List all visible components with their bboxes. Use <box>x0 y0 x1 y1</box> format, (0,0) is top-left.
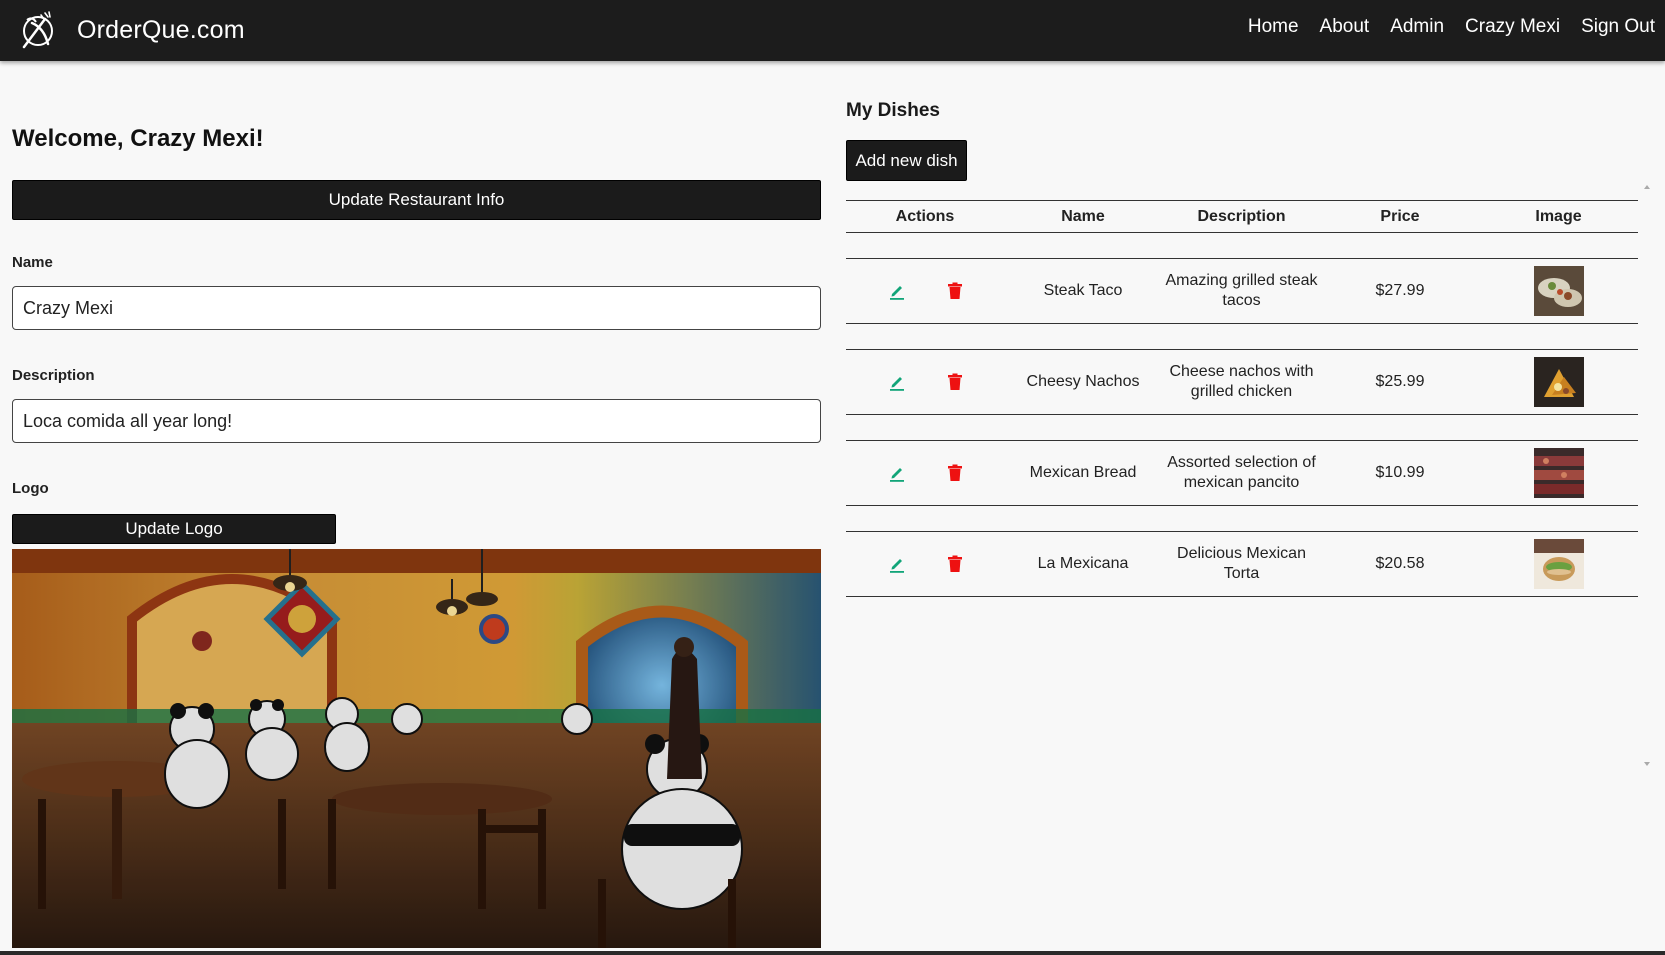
table-row: La Mexicana Delicious Mexican Torta $20.… <box>846 531 1638 597</box>
row-actions <box>846 371 1004 393</box>
trash-icon[interactable] <box>944 553 966 575</box>
pencil-icon[interactable] <box>886 553 908 575</box>
nav-links: Home About Admin Crazy Mexi Sign Out <box>1227 0 1655 54</box>
row-actions <box>846 462 1004 484</box>
dish-image-cell <box>1479 266 1638 316</box>
dish-description: Amazing grilled steak tacos <box>1165 272 1318 309</box>
nav-about[interactable]: About <box>1320 16 1370 38</box>
dish-image <box>1533 539 1584 589</box>
dish-image <box>1533 448 1584 498</box>
header-price: Price <box>1380 207 1420 225</box>
plate-fork-knife-icon <box>22 11 53 49</box>
scroll-up-icon[interactable] <box>1644 185 1650 189</box>
brand-name[interactable]: OrderQue.com <box>77 16 245 45</box>
add-new-dish-button[interactable]: Add new dish <box>846 140 967 181</box>
scroll-down-icon[interactable] <box>1644 762 1650 766</box>
name-input[interactable] <box>12 286 821 330</box>
nav-sign-out[interactable]: Sign Out <box>1581 16 1655 38</box>
dish-image-cell <box>1479 357 1638 407</box>
nav-restaurant[interactable]: Crazy Mexi <box>1465 16 1560 38</box>
nav-admin[interactable]: Admin <box>1390 16 1444 38</box>
bottom-border <box>0 951 1665 955</box>
brand[interactable]: OrderQue.com <box>18 6 245 54</box>
update-restaurant-info-button[interactable]: Update Restaurant Info <box>12 180 821 220</box>
dishes-table: Actions Name Description Price Image Ste… <box>846 200 1638 597</box>
update-logo-button[interactable]: Update Logo <box>12 514 336 544</box>
dishes-scrollbar[interactable] <box>1641 183 1653 768</box>
pencil-icon[interactable] <box>886 371 908 393</box>
dish-name: Mexican Bread <box>1029 464 1137 481</box>
trash-icon[interactable] <box>944 462 966 484</box>
dish-price: $27.99 <box>1375 282 1425 299</box>
dish-name: Cheesy Nachos <box>1026 373 1140 390</box>
pencil-icon[interactable] <box>886 280 908 302</box>
dish-price: $20.58 <box>1375 555 1425 572</box>
row-actions <box>846 553 1004 575</box>
table-header: Actions Name Description Price Image <box>846 200 1638 233</box>
dish-image <box>1533 357 1584 407</box>
description-label: Description <box>12 367 95 384</box>
table-row: Cheesy Nachos Cheese nachos with grilled… <box>846 349 1638 415</box>
logo-label: Logo <box>12 480 49 497</box>
dish-image-cell <box>1479 448 1638 498</box>
trash-icon[interactable] <box>944 371 966 393</box>
header-name: Name <box>1061 207 1105 225</box>
dish-description: Delicious Mexican Torta <box>1177 545 1306 582</box>
dish-price: $10.99 <box>1375 464 1425 481</box>
trash-icon[interactable] <box>944 280 966 302</box>
dish-name: Steak Taco <box>1043 282 1123 299</box>
name-label: Name <box>12 254 53 271</box>
table-row: Mexican Bread Assorted selection of mexi… <box>846 440 1638 506</box>
header-description: Description <box>1197 207 1286 225</box>
dish-image <box>1533 266 1584 316</box>
navbar: OrderQue.com Home About Admin Crazy Mexi… <box>0 0 1665 61</box>
pencil-icon[interactable] <box>886 462 908 484</box>
restaurant-logo-image <box>12 549 821 948</box>
dish-description: Assorted selection of mexican pancito <box>1167 454 1316 491</box>
table-row: Steak Taco Amazing grilled steak tacos $… <box>846 258 1638 324</box>
dish-image-cell <box>1479 539 1638 589</box>
header-image: Image <box>1535 207 1582 225</box>
dish-name: La Mexicana <box>1037 555 1129 572</box>
my-dishes-heading: My Dishes <box>846 100 940 121</box>
nav-home[interactable]: Home <box>1248 16 1299 38</box>
welcome-heading: Welcome, Crazy Mexi! <box>12 125 264 152</box>
row-actions <box>846 280 1004 302</box>
header-actions: Actions <box>895 207 955 225</box>
dish-price: $25.99 <box>1375 373 1425 390</box>
description-input[interactable] <box>12 399 821 443</box>
dish-description: Cheese nachos with grilled chicken <box>1169 363 1314 400</box>
